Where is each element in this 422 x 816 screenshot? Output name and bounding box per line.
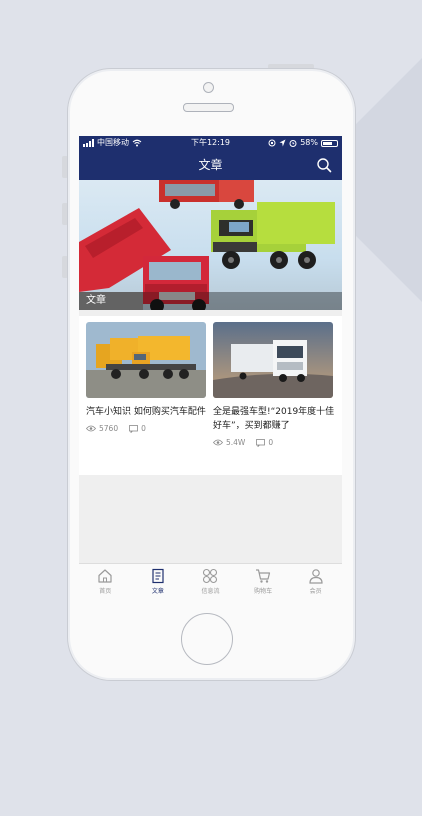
grid-icon (203, 568, 218, 584)
banner-carousel[interactable]: 文章 (79, 180, 342, 310)
tab-label: 信息流 (201, 588, 220, 595)
orientation-lock-icon (268, 139, 276, 147)
nav-bar: 文章 (79, 150, 342, 180)
earpiece-speaker (183, 103, 234, 112)
tab-label: 购物车 (254, 588, 273, 595)
article-list: 汽车小知识 如何购买汽车配件 5760 0 全是最强车型!“2019年度十佳好车… (79, 316, 342, 475)
article-card[interactable]: 汽车小知识 如何购买汽车配件 5760 0 (86, 322, 206, 433)
view-count: 5760 (99, 424, 119, 433)
comment-count: 0 (268, 438, 274, 447)
cart-icon (256, 569, 271, 583)
app-screen: 中国移动 下午12:19 58% 文章 文章 汽车小知识 如何购买汽车配件 57… (79, 136, 342, 599)
home-icon (98, 569, 112, 583)
article-thumbnail (86, 322, 206, 398)
article-icon (152, 568, 164, 584)
article-meta: 5.4W 0 (213, 438, 333, 447)
article-card[interactable]: 全是最强车型!“2019年度十佳好车”，买到都赚了 5.4W 0 (213, 322, 334, 447)
home-button[interactable] (181, 613, 233, 665)
tab-member[interactable]: 会员 (289, 564, 342, 599)
alarm-icon (289, 140, 297, 147)
user-icon (309, 569, 323, 584)
article-thumbnail (213, 322, 333, 398)
article-title: 全是最强车型!“2019年度十佳好车”，买到都赚了 (213, 407, 335, 431)
comment-icon (256, 438, 266, 447)
banner-image (79, 180, 335, 310)
article-title: 汽车小知识 如何购买汽车配件 (86, 407, 206, 417)
eye-icon (213, 439, 223, 446)
eye-icon (86, 425, 96, 432)
page-title: 文章 (198, 158, 223, 172)
article-meta: 5760 0 (86, 424, 206, 433)
tab-cart[interactable]: 购物车 (237, 564, 290, 599)
comment-icon (129, 424, 138, 433)
battery-icon (321, 139, 338, 147)
tab-label: 会员 (309, 588, 322, 595)
search-icon[interactable] (316, 157, 332, 173)
banner-label: 文章 (79, 292, 342, 310)
tab-feed[interactable]: 信息流 (184, 564, 237, 599)
battery-percent: 58% (300, 138, 318, 147)
tab-label: 文章 (151, 588, 164, 595)
tab-bar: 首页 文章 信息流 购物车 会员 (79, 563, 342, 599)
status-bar: 中国移动 下午12:19 58% (79, 136, 342, 150)
tab-home[interactable]: 首页 (79, 564, 132, 599)
view-count: 5.4W (226, 438, 246, 447)
tab-article[interactable]: 文章 (132, 564, 185, 599)
comment-count: 0 (141, 424, 146, 433)
location-icon (279, 139, 286, 147)
front-camera (203, 82, 214, 93)
tab-label: 首页 (99, 588, 112, 595)
